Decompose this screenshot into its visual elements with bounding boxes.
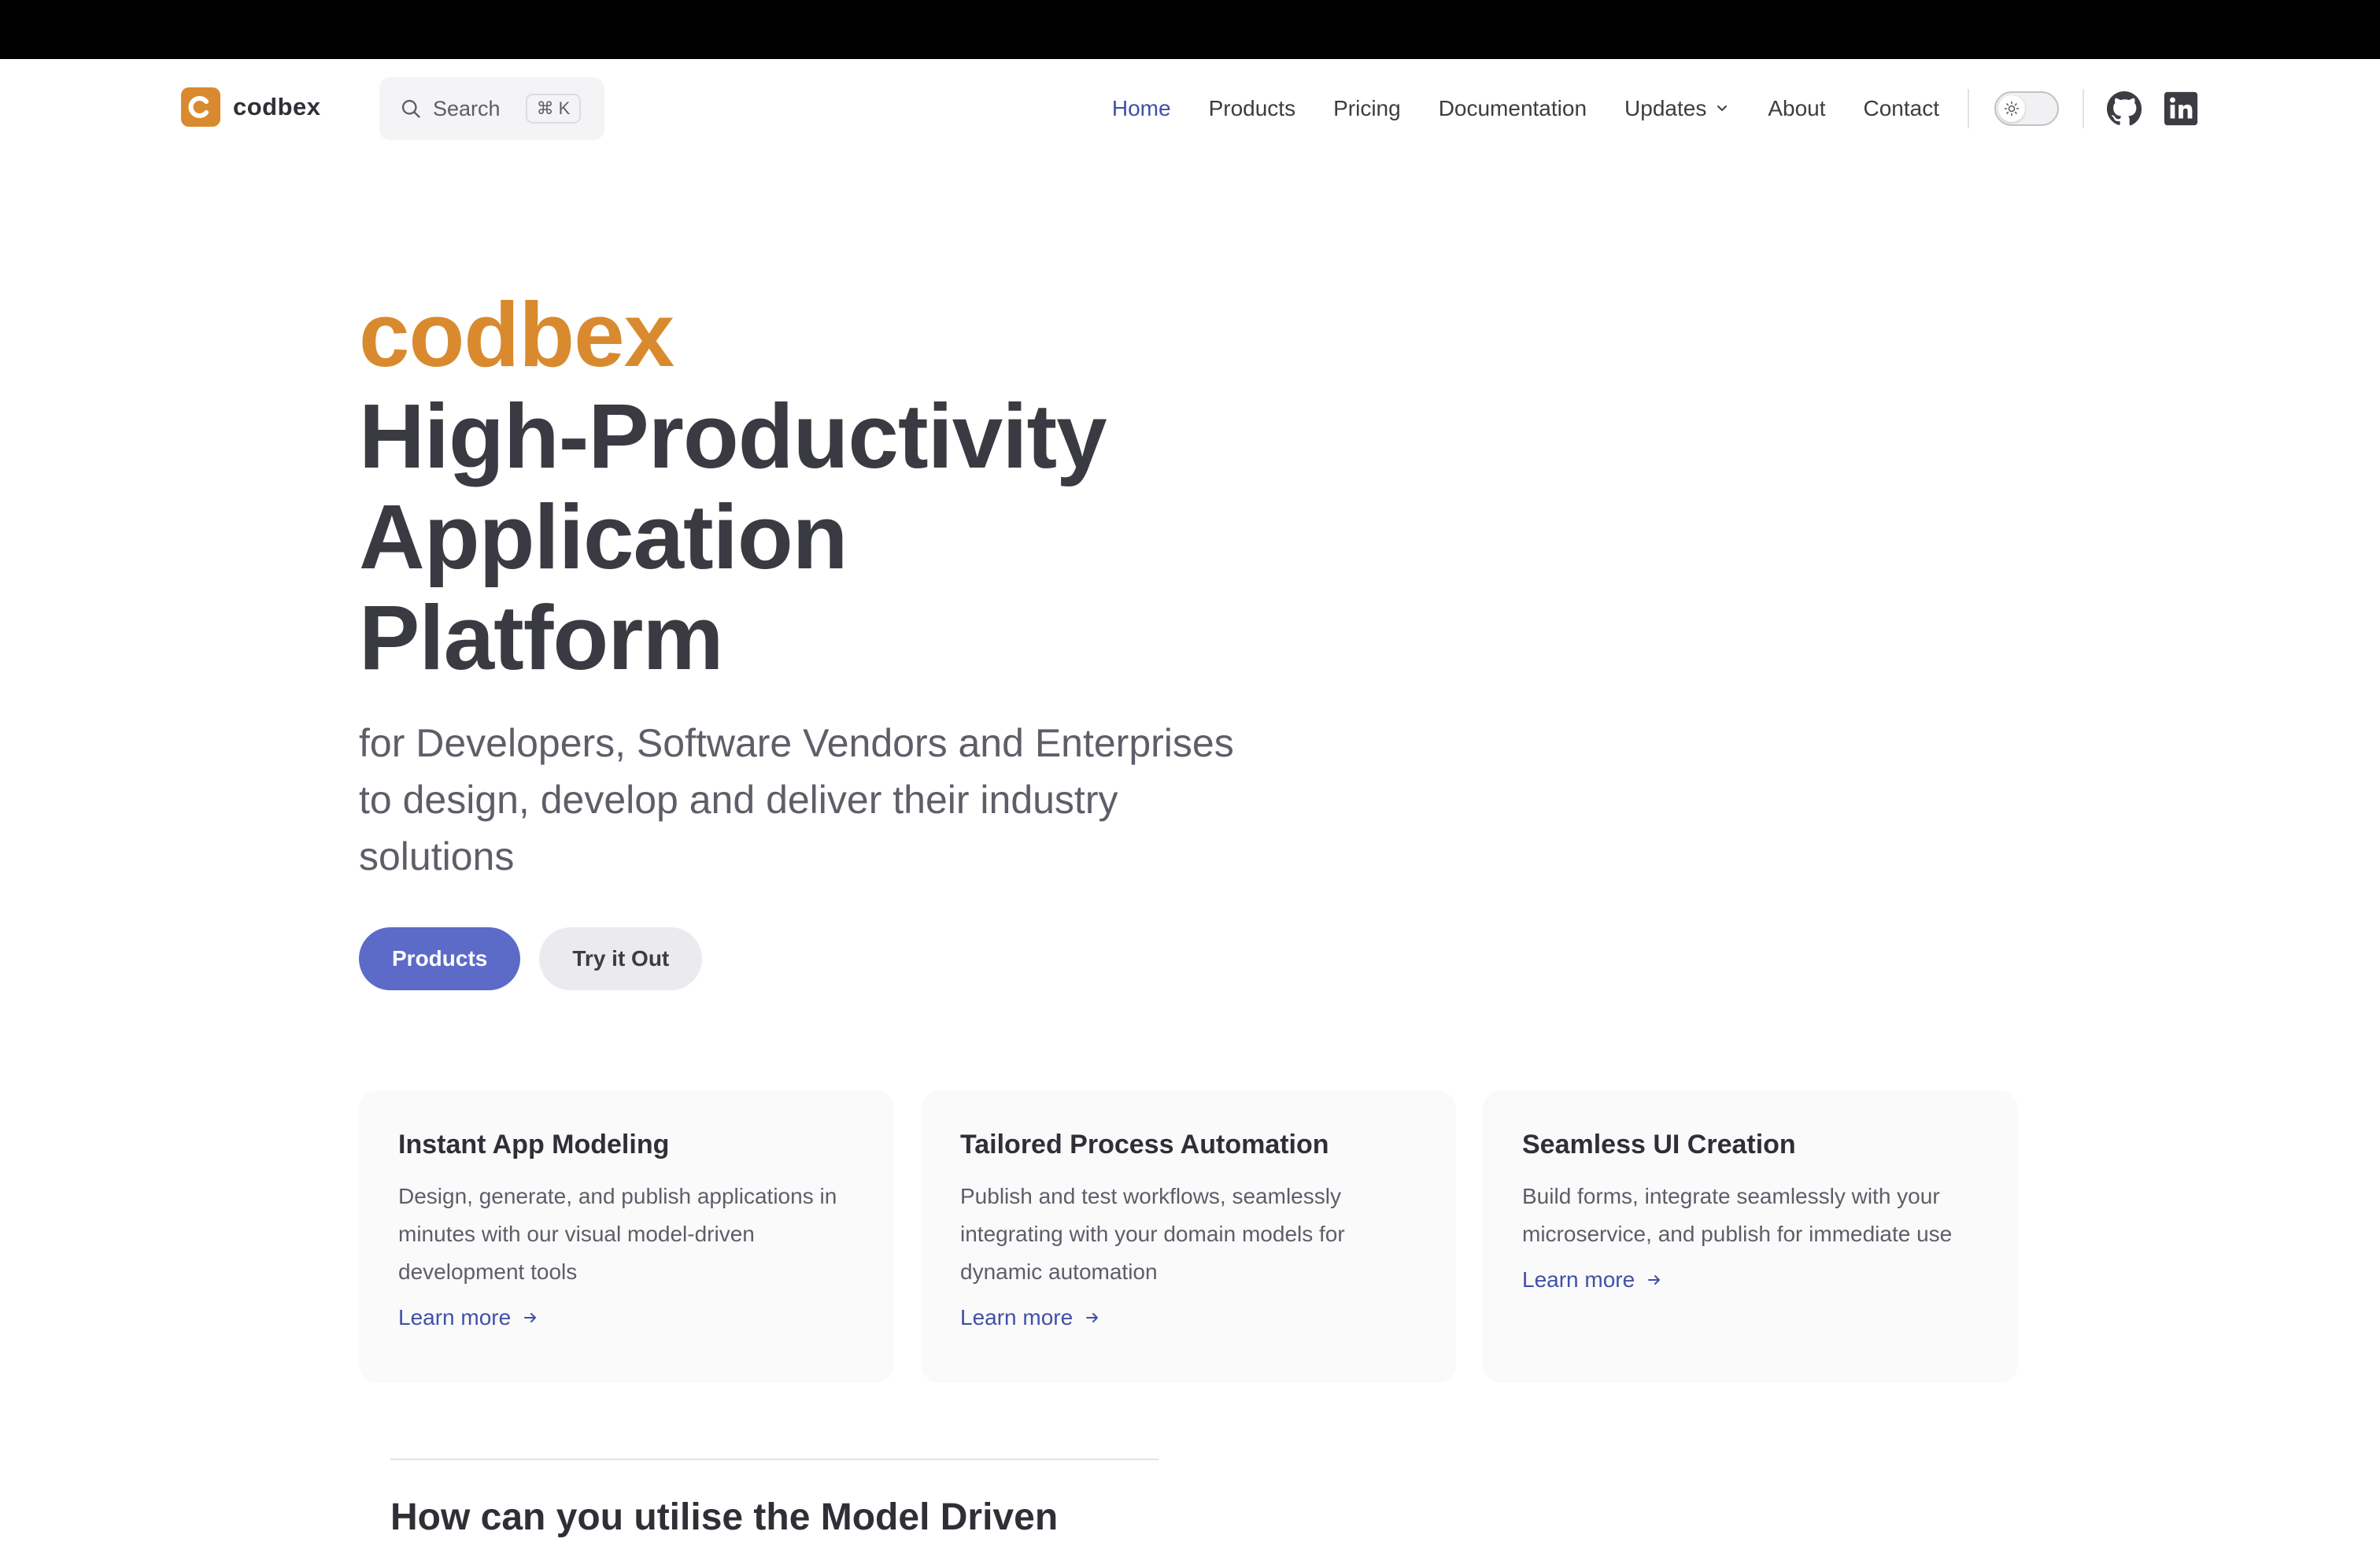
codbex-logo-icon bbox=[181, 87, 220, 127]
feature-description: Design, generate, and publish applicatio… bbox=[398, 1184, 837, 1284]
nav-divider bbox=[2082, 89, 2084, 128]
feature-title: Tailored Process Automation bbox=[960, 1130, 1329, 1160]
nav-updates-label: Updates bbox=[1624, 96, 1707, 120]
nav-documentation[interactable]: Documentation bbox=[1439, 96, 1587, 121]
search-button[interactable]: Search ⌘ K bbox=[379, 77, 604, 140]
nav-contact[interactable]: Contact bbox=[1864, 96, 1940, 121]
section-divider bbox=[390, 1459, 1159, 1460]
top-navigation: codbex Search ⌘ K Home Products Pricing … bbox=[0, 59, 2380, 158]
chevron-down-icon bbox=[1717, 105, 1728, 112]
feature-card: Instant App Modeling Design, generate, a… bbox=[359, 1090, 894, 1383]
learn-more-link[interactable]: Learn more bbox=[960, 1305, 1417, 1330]
feature-card: Tailored Process Automation Publish and … bbox=[921, 1090, 1456, 1383]
arrow-right-icon bbox=[1648, 1275, 1661, 1285]
theme-toggle[interactable] bbox=[1994, 91, 2059, 126]
main-menu: Home Products Pricing Documentation Upda… bbox=[1112, 96, 1939, 121]
hero-tagline: for Developers, Software Vendors and Ent… bbox=[359, 721, 1234, 878]
hero: codbex High-Productivity Application Pla… bbox=[359, 283, 1382, 885]
hero-headline-line: High-Productivity bbox=[359, 385, 1107, 487]
learn-more-link[interactable]: Learn more bbox=[1522, 1267, 1979, 1293]
learn-more-label: Learn more bbox=[1522, 1267, 1635, 1292]
section-title: How can you utilise the Model Driven bbox=[390, 1496, 1059, 1538]
github-icon[interactable] bbox=[2106, 91, 2142, 127]
feature-title: Seamless UI Creation bbox=[1522, 1130, 1796, 1160]
feature-description: Publish and test workflows, seamlessly i… bbox=[960, 1184, 1345, 1284]
feature-description: Build forms, integrate seamlessly with y… bbox=[1522, 1184, 1953, 1246]
try-it-out-button[interactable]: Try it Out bbox=[539, 927, 703, 990]
window-top-bar bbox=[0, 0, 2380, 59]
feature-card: Seamless UI Creation Build forms, integr… bbox=[1483, 1090, 2018, 1383]
feature-cards: Instant App Modeling Design, generate, a… bbox=[359, 1090, 2018, 1383]
nav-home[interactable]: Home bbox=[1112, 96, 1171, 121]
products-button[interactable]: Products bbox=[359, 927, 521, 990]
linkedin-icon[interactable] bbox=[2163, 91, 2199, 127]
logo-text: codbex bbox=[233, 93, 321, 120]
hero-brand: codbex bbox=[359, 283, 674, 386]
arrow-right-icon bbox=[524, 1313, 537, 1322]
feature-title: Instant App Modeling bbox=[398, 1130, 670, 1160]
search-shortcut: ⌘ K bbox=[525, 94, 582, 124]
learn-more-label: Learn more bbox=[960, 1305, 1074, 1330]
nav-pricing[interactable]: Pricing bbox=[1333, 96, 1401, 121]
search-label: Search bbox=[433, 96, 501, 120]
learn-more-link[interactable]: Learn more bbox=[398, 1305, 855, 1330]
toggle-knob bbox=[1998, 95, 2025, 122]
nav-about[interactable]: About bbox=[1768, 96, 1825, 121]
nav-products[interactable]: Products bbox=[1209, 96, 1296, 121]
hero-headline-line: Application bbox=[359, 486, 848, 588]
nav-divider bbox=[1968, 89, 1969, 128]
hero-actions: Products Try it Out bbox=[359, 927, 703, 990]
learn-more-label: Learn more bbox=[398, 1305, 512, 1330]
sun-icon bbox=[2004, 101, 2020, 117]
logo[interactable]: codbex bbox=[181, 87, 321, 127]
nav-updates[interactable]: Updates bbox=[1624, 96, 1730, 121]
hero-headline-line: Platform bbox=[359, 586, 724, 689]
search-icon bbox=[401, 99, 420, 118]
arrow-right-icon bbox=[1086, 1313, 1099, 1322]
